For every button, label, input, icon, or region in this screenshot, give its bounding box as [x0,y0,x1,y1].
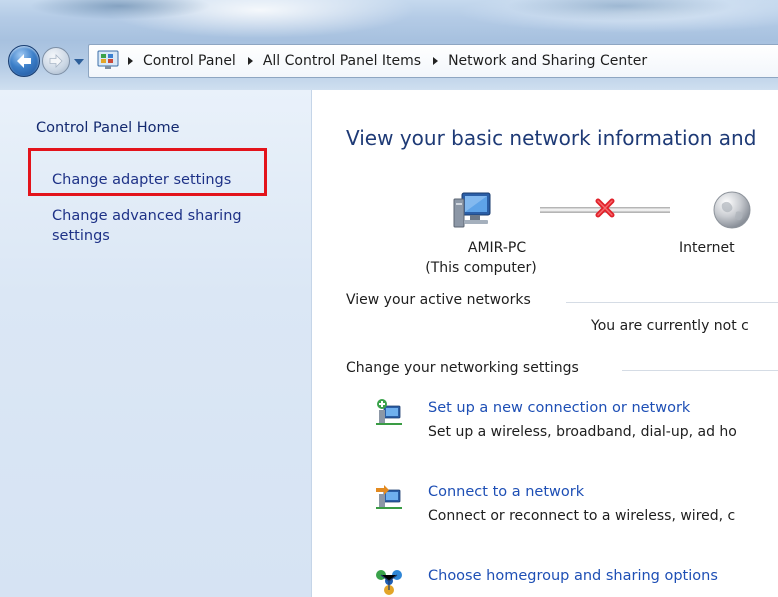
computer-icon[interactable] [452,191,494,231]
back-arrow-icon [17,54,31,68]
network-status-text: You are currently not c [591,318,749,334]
control-panel-icon [97,50,119,69]
back-button[interactable] [8,45,40,77]
homegroup-sharing-link[interactable]: Choose homegroup and sharing options [428,568,718,584]
glass-highlight [470,0,770,30]
breadcrumb-all-control-panel-items[interactable]: All Control Panel Items [263,53,421,69]
section-divider [622,370,778,371]
globe-icon[interactable] [712,190,752,230]
breadcrumb-separator-icon[interactable] [128,57,133,65]
breadcrumb-network-sharing-center[interactable]: Network and Sharing Center [448,53,647,69]
recent-pages-chevron-down-icon[interactable] [72,55,86,69]
internet-label: Internet [679,240,735,256]
glass-highlight [10,0,230,28]
forward-button[interactable] [42,47,70,75]
red-x-icon[interactable] [594,197,616,219]
change-settings-heading: Change your networking settings [346,360,579,376]
setup-new-connection-link[interactable]: Set up a new connection or network [428,400,690,416]
active-networks-heading: View your active networks [346,292,531,308]
breadcrumb-separator-icon[interactable] [247,57,253,65]
connect-to-network-link[interactable]: Connect to a network [428,484,584,500]
breadcrumb-separator-icon[interactable] [433,57,439,65]
connect-network-icon[interactable] [374,482,404,512]
setup-new-connection-desc: Set up a wireless, broadband, dial-up, a… [428,424,737,440]
new-connection-icon[interactable] [374,398,404,428]
page-title: View your basic network information and [346,126,757,150]
sidebar-item-control-panel-home[interactable]: Control Panel Home [36,118,180,138]
computer-name-label: AMIR-PC [467,240,527,256]
sidebar-item-change-adapter-settings[interactable]: Change adapter settings [52,170,231,190]
tasks-sidebar: Control Panel Home Change adapter settin… [0,90,312,597]
connect-to-network-desc: Connect or reconnect to a wireless, wire… [428,508,736,524]
breadcrumb: Control Panel All Control Panel Items Ne… [124,44,647,78]
sidebar-item-change-advanced-sharing[interactable]: Change advanced sharing settings [52,206,292,246]
homegroup-icon[interactable] [374,566,404,596]
forward-arrow-icon [49,54,63,68]
computer-subtitle-label: (This computer) [425,260,537,276]
network-sharing-center-window: Control Panel All Control Panel Items Ne… [0,0,778,597]
breadcrumb-control-panel[interactable]: Control Panel [143,53,236,69]
main-content: View your basic network information and [312,90,778,597]
section-divider [566,302,778,303]
